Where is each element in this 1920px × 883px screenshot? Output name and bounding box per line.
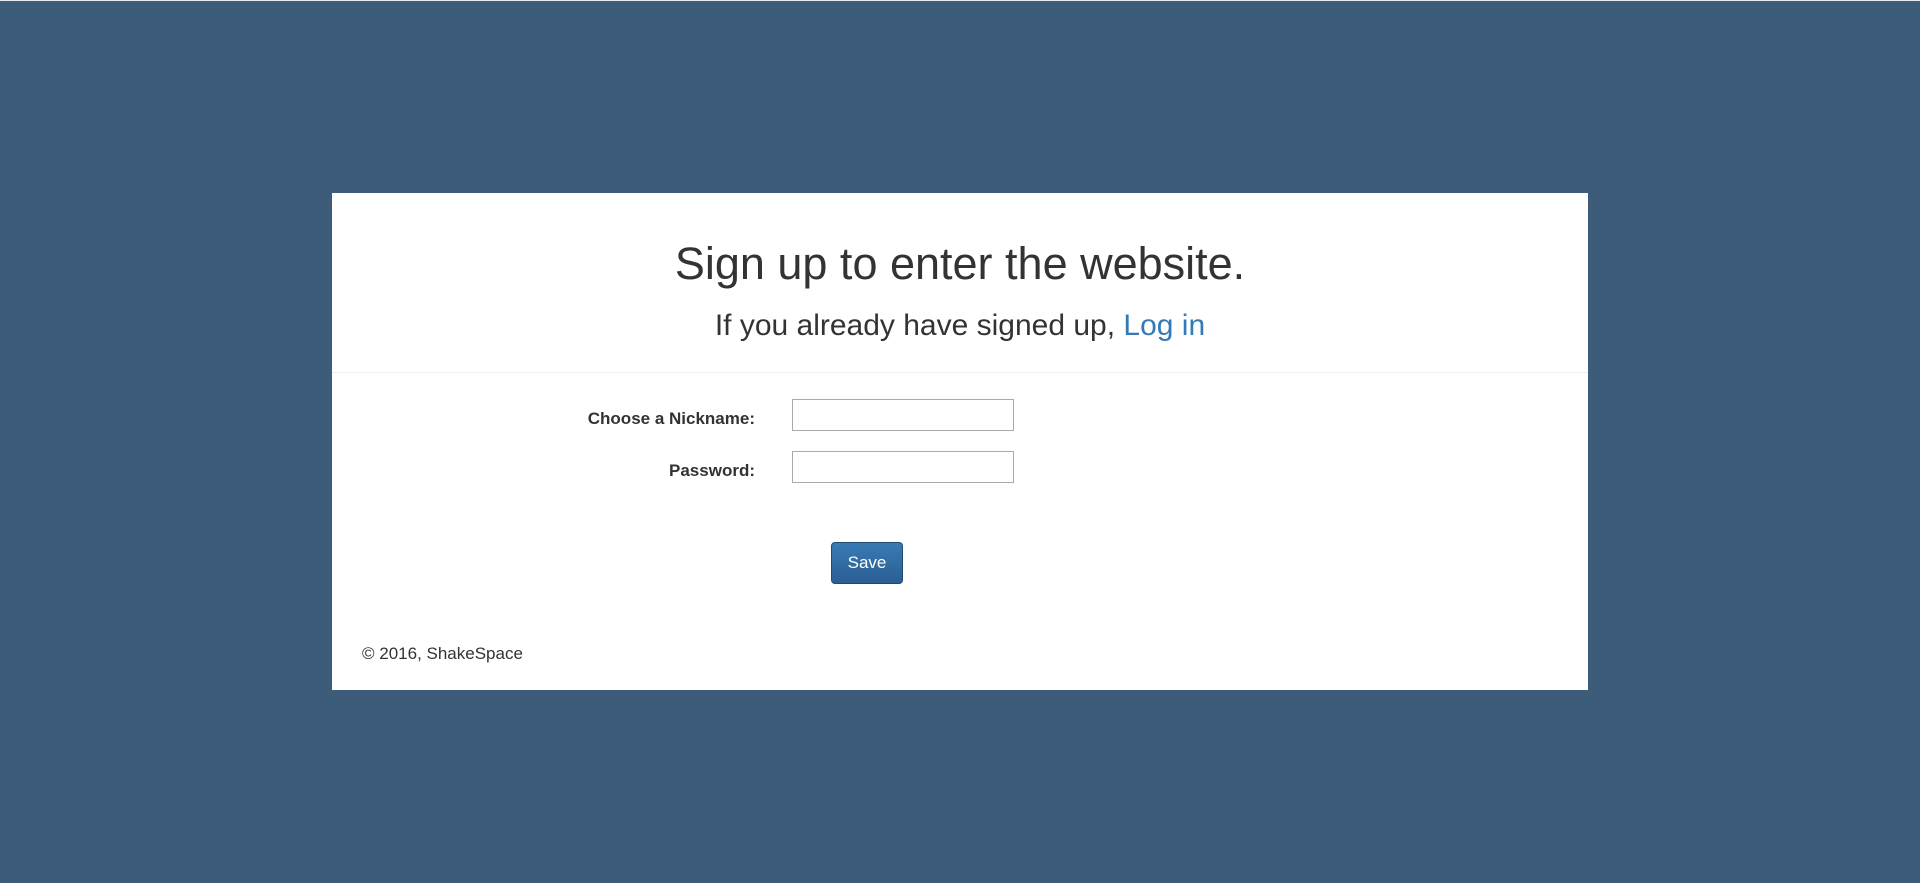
nickname-input[interactable]	[792, 399, 1014, 431]
login-link[interactable]: Log in	[1123, 309, 1205, 342]
login-prompt: If you already have signed up, Log in	[332, 309, 1588, 342]
signup-header: Sign up to enter the website. If you alr…	[332, 193, 1588, 373]
signup-panel: Sign up to enter the website. If you alr…	[332, 193, 1588, 690]
nickname-label: Choose a Nickname:	[587, 409, 755, 428]
copyright-footer: © 2016, ShakeSpace	[362, 644, 523, 663]
login-prompt-text: If you already have signed up,	[714, 308, 1124, 342]
save-button[interactable]: Save	[831, 542, 903, 584]
password-input[interactable]	[792, 451, 1014, 483]
password-label: Password:	[669, 461, 755, 480]
password-row: Password:	[332, 451, 1588, 483]
top-border-line	[0, 0, 1920, 1]
nickname-row: Choose a Nickname:	[332, 399, 1588, 431]
page-title: Sign up to enter the website.	[674, 238, 1246, 289]
